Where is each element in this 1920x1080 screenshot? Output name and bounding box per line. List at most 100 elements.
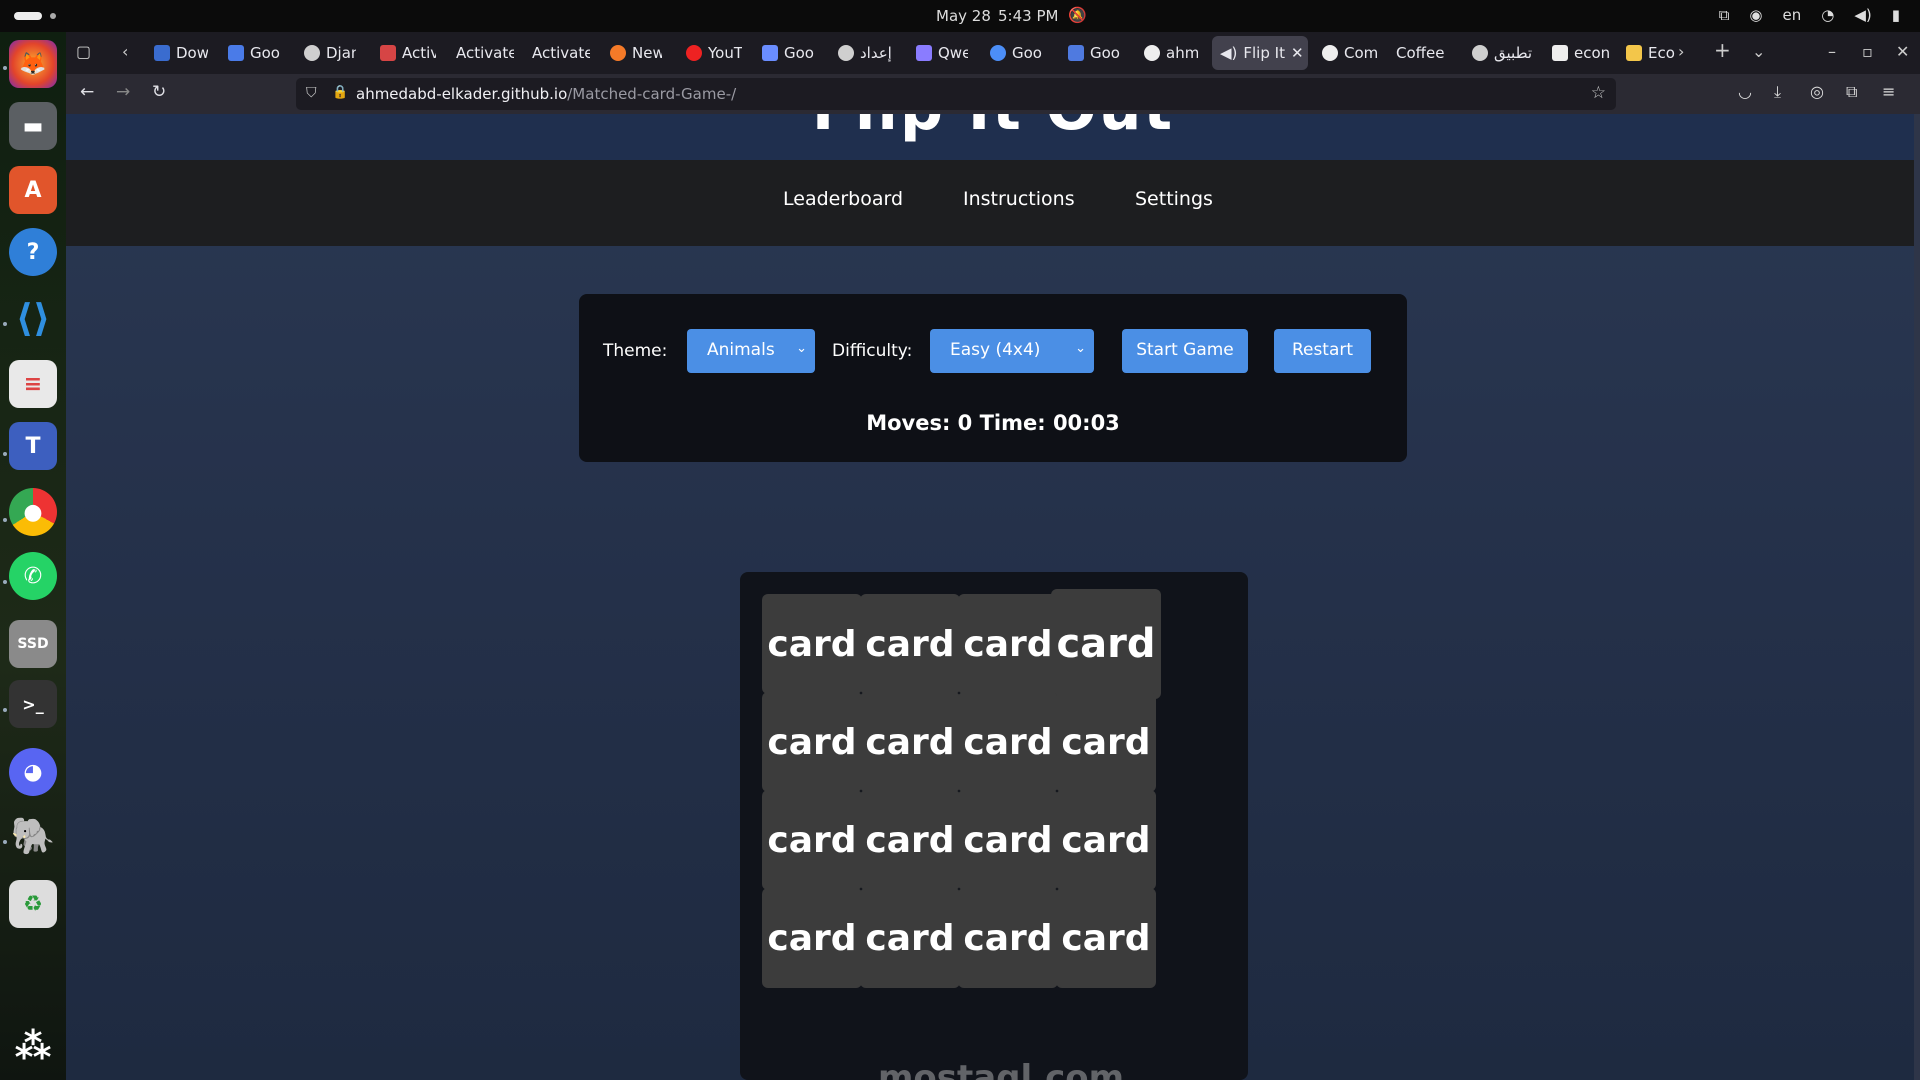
ssd-drive-icon[interactable]: SSD: [9, 620, 57, 668]
memory-card[interactable]: card: [762, 692, 862, 792]
tab[interactable]: Eco: [1618, 36, 1678, 70]
nav-instructions[interactable]: Instructions: [963, 188, 1075, 210]
tab[interactable]: YouT: [678, 36, 742, 70]
reload-icon[interactable]: ↻: [152, 82, 166, 102]
theme-select[interactable]: Animals ⌄: [687, 329, 815, 373]
vscode-icon[interactable]: ⟨⟩: [9, 294, 57, 342]
watermark: mostaql.com: [877, 1058, 1125, 1080]
back-icon[interactable]: ←: [80, 82, 94, 102]
memory-card[interactable]: card: [1056, 790, 1156, 890]
system-time[interactable]: 5:43 PM: [998, 7, 1058, 25]
speaker-icon[interactable]: ◀): [1220, 44, 1237, 62]
teams-icon[interactable]: T: [9, 422, 57, 470]
menu-icon[interactable]: ≡: [1882, 82, 1895, 101]
tab[interactable]: Activ: [372, 36, 436, 70]
forward-icon[interactable]: →: [116, 82, 130, 102]
tab[interactable]: econ: [1544, 36, 1610, 70]
memory-card[interactable]: card: [762, 594, 862, 694]
start-game-button[interactable]: Start Game: [1122, 329, 1248, 373]
memory-card[interactable]: card: [958, 594, 1058, 694]
bookmark-star-icon[interactable]: ☆: [1591, 83, 1606, 103]
tab[interactable]: ahm: [1136, 36, 1198, 70]
memory-card[interactable]: card: [958, 790, 1058, 890]
tab[interactable]: Activate: [448, 36, 514, 70]
controls-panel: Theme: Animals ⌄ Difficulty: Easy (4x4) ⌄ …: [579, 294, 1407, 462]
tab-active[interactable]: ◀) Flip It ✕: [1212, 36, 1308, 70]
memory-card[interactable]: card: [1056, 692, 1156, 792]
tracking-shield-icon[interactable]: ⛉: [306, 85, 317, 101]
site-header: Flip It Out: [66, 114, 1920, 160]
list-tabs-icon[interactable]: ⌄: [1752, 42, 1765, 61]
minimize-icon[interactable]: –: [1828, 42, 1836, 61]
system-date[interactable]: May 28: [936, 7, 991, 25]
memory-card[interactable]: card: [860, 692, 960, 792]
memory-card[interactable]: card: [860, 888, 960, 988]
downloads-icon[interactable]: ⤓: [1774, 82, 1781, 102]
new-tab-icon[interactable]: +: [1714, 38, 1731, 62]
extensions-icon[interactable]: ⧉: [1846, 82, 1857, 102]
memory-card[interactable]: card: [1051, 589, 1161, 699]
language-indicator[interactable]: en: [1783, 6, 1802, 24]
tab-overview-icon[interactable]: ▢: [76, 42, 91, 61]
url-text[interactable]: ahmedabd-elkader.github.io/Matched-card-…: [356, 85, 736, 103]
nav-settings[interactable]: Settings: [1135, 188, 1213, 210]
show-apps-icon[interactable]: ⁂: [9, 1022, 57, 1070]
pocket-icon[interactable]: ◡: [1738, 82, 1752, 101]
scroll-tabs-right-icon[interactable]: ›: [1678, 42, 1684, 61]
tab[interactable]: Coffee: [1388, 36, 1452, 70]
nav-leaderboard[interactable]: Leaderboard: [783, 188, 903, 210]
close-window-icon[interactable]: ✕: [1896, 42, 1909, 61]
help-icon[interactable]: ?: [9, 228, 57, 276]
memory-card[interactable]: card: [762, 790, 862, 890]
close-tab-icon[interactable]: ✕: [1291, 44, 1304, 62]
terminal-icon[interactable]: >_: [9, 680, 57, 728]
app-center-icon[interactable]: A: [9, 166, 57, 214]
notifications-muted-icon[interactable]: 🔕: [1068, 6, 1087, 24]
text-editor-icon[interactable]: ≡: [9, 360, 57, 408]
difficulty-label: Difficulty:: [832, 341, 913, 361]
discord-icon[interactable]: ◕: [9, 748, 57, 796]
firefox-icon[interactable]: 🦊: [9, 40, 57, 88]
memory-card[interactable]: card: [860, 594, 960, 694]
account-icon[interactable]: ◎: [1810, 82, 1824, 101]
whatsapp-icon[interactable]: ✆: [9, 552, 57, 600]
maximize-icon[interactable]: ▫: [1862, 42, 1873, 61]
tab[interactable]: Qwe: [908, 36, 968, 70]
files-icon[interactable]: ▬: [9, 102, 57, 150]
site-nav: Leaderboard Instructions Settings: [66, 160, 1920, 246]
activities-indicator[interactable]: [14, 12, 42, 20]
tab[interactable]: Goo: [1060, 36, 1124, 70]
tab[interactable]: New: [602, 36, 662, 70]
game-board: card card card card card card card card card card…: [740, 572, 1248, 1080]
restart-button[interactable]: Restart: [1274, 329, 1371, 373]
memory-card[interactable]: card: [1056, 888, 1156, 988]
tab[interactable]: تطبيق: [1464, 36, 1540, 70]
discord-tray-icon[interactable]: ◉: [1749, 6, 1762, 24]
tab[interactable]: Activate: [524, 36, 590, 70]
translate-icon[interactable]: ⧉: [1719, 6, 1730, 24]
tab[interactable]: Goo: [220, 36, 280, 70]
lock-icon[interactable]: 🔒: [332, 85, 348, 100]
tab[interactable]: Djan: [296, 36, 356, 70]
tab[interactable]: Goo: [982, 36, 1046, 70]
battery-icon[interactable]: ▮: [1892, 6, 1900, 24]
system-tray: ⧉ ◉ en ◔ ◀) ▮: [1719, 6, 1900, 24]
memory-card[interactable]: card: [860, 790, 960, 890]
page-scrollbar[interactable]: [1914, 114, 1920, 1080]
wifi-icon[interactable]: ◔: [1821, 6, 1834, 24]
tab[interactable]: Com: [1314, 36, 1380, 70]
trash-icon[interactable]: ♻: [9, 880, 57, 928]
memory-card[interactable]: card: [958, 888, 1058, 988]
tab[interactable]: Dow: [146, 36, 208, 70]
theme-label: Theme:: [603, 341, 668, 361]
memory-card[interactable]: card: [958, 692, 1058, 792]
chrome-icon[interactable]: ●: [9, 488, 57, 536]
volume-icon[interactable]: ◀): [1854, 6, 1871, 24]
tab[interactable]: Goo: [754, 36, 816, 70]
tab[interactable]: إعداد: [830, 36, 900, 70]
memory-card[interactable]: card: [762, 888, 862, 988]
postgres-icon[interactable]: 🐘: [9, 812, 57, 860]
scroll-tabs-left-icon[interactable]: ‹: [122, 42, 128, 61]
difficulty-select[interactable]: Easy (4x4) ⌄: [930, 329, 1094, 373]
address-bar[interactable]: ⛉ 🔒 ahmedabd-elkader.github.io/Matched-c…: [296, 78, 1616, 110]
